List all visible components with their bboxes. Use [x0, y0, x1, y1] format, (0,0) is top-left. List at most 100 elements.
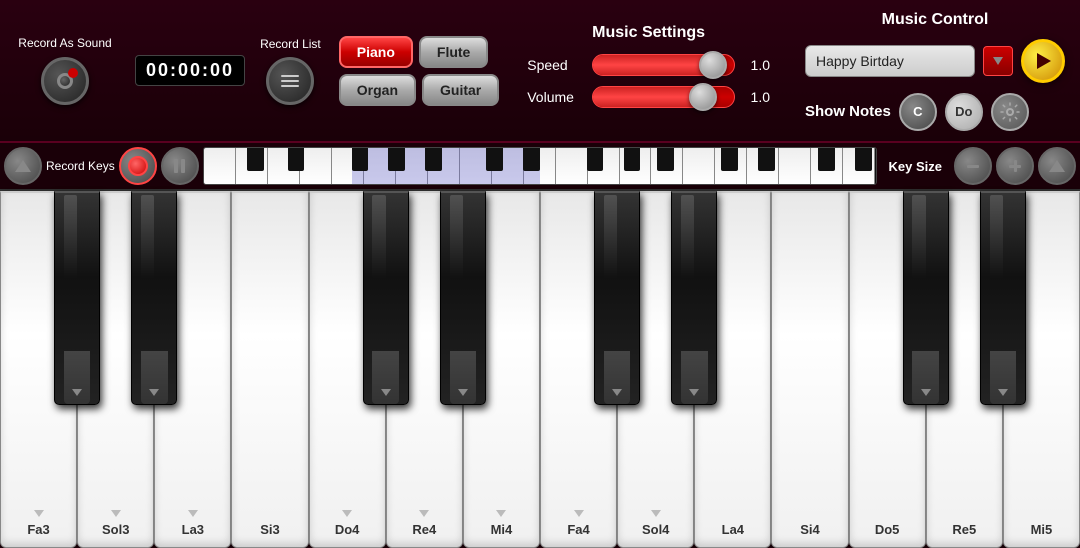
black-key-7[interactable]: [594, 191, 640, 405]
instrument-row-2: Organ Guitar: [339, 74, 499, 106]
mini-black-key: [721, 148, 738, 171]
list-icon: [281, 75, 299, 87]
white-key-label-re5: Re5: [952, 522, 976, 537]
pause-button[interactable]: [161, 147, 199, 185]
show-notes-row: Show Notes C Do: [805, 93, 1065, 131]
mini-white-key: [300, 148, 332, 184]
white-key-arrow: [419, 510, 429, 517]
black-key-arrow: [149, 389, 159, 396]
selected-song-label: Happy Birtday: [816, 53, 904, 69]
black-key-5[interactable]: [440, 191, 486, 405]
instrument-flute-button[interactable]: Flute: [419, 36, 488, 68]
plus-icon: [1009, 160, 1021, 172]
control-bar: Record Keys: [0, 143, 1080, 191]
note-do-button[interactable]: Do: [945, 93, 983, 131]
black-key-arrow: [381, 389, 391, 396]
white-key-si4[interactable]: Si4: [771, 191, 848, 548]
record-button[interactable]: [119, 147, 157, 185]
black-key-arrow: [72, 389, 82, 396]
white-key-arrow: [574, 510, 584, 517]
volume-slider-row: Volume 1.0: [527, 86, 770, 108]
music-settings-title: Music Settings: [592, 24, 705, 42]
black-key-arrow: [998, 389, 1008, 396]
white-key-label-si4: Si4: [800, 522, 820, 537]
speed-slider-track[interactable]: [592, 54, 735, 76]
key-size-decrease-button[interactable]: [954, 147, 992, 185]
mini-white-key: [779, 148, 811, 184]
play-button[interactable]: [1021, 39, 1065, 83]
play-icon: [1037, 53, 1051, 69]
mini-black-key: [657, 148, 674, 171]
key-size-increase-button[interactable]: [996, 147, 1034, 185]
volume-label: Volume: [527, 89, 582, 105]
top-bar: Record As Sound 00:00:00 Record List Pia…: [0, 0, 1080, 143]
instrument-piano-button[interactable]: Piano: [339, 36, 413, 68]
instrument-guitar-button[interactable]: Guitar: [422, 74, 499, 106]
mini-black-key: [855, 148, 872, 171]
white-key-label-re4: Re4: [412, 522, 436, 537]
dropdown-arrow-icon: [993, 57, 1003, 65]
mini-black-key: [758, 148, 775, 171]
record-as-sound-section: Record As Sound: [0, 28, 130, 114]
instrument-row: Piano Flute: [339, 36, 499, 68]
mini-black-key: [352, 148, 369, 171]
scroll-right-button[interactable]: [1038, 147, 1076, 185]
white-key-label-la3: La3: [182, 522, 204, 537]
black-key-4[interactable]: [363, 191, 409, 405]
black-key-arrow: [689, 389, 699, 396]
mini-white-key: [683, 148, 715, 184]
music-control-title: Music Control: [805, 11, 1065, 29]
song-selector[interactable]: Happy Birtday: [805, 45, 975, 77]
note-settings-button[interactable]: [991, 93, 1029, 131]
up-arrow-right-icon: [1049, 160, 1065, 172]
scroll-up-button[interactable]: [4, 147, 42, 185]
record-as-sound-label: Record As Sound: [18, 36, 111, 52]
white-key-si3[interactable]: Si3: [231, 191, 308, 548]
music-settings-panel: Music Settings Speed 1.0 Volume 1.0: [507, 14, 790, 128]
white-key-arrow: [342, 510, 352, 517]
white-key-label-fa3: Fa3: [27, 522, 49, 537]
song-selection-row: Happy Birtday: [805, 39, 1065, 83]
white-key-label-si3: Si3: [260, 522, 280, 537]
mini-black-key: [587, 148, 604, 171]
black-key-11[interactable]: [903, 191, 949, 405]
black-key-arrow: [921, 389, 931, 396]
mini-white-key: [204, 148, 236, 184]
pause-icon: [174, 159, 185, 173]
black-key-arrow: [612, 389, 622, 396]
mini-black-key: [818, 148, 835, 171]
black-key-1[interactable]: [131, 191, 177, 405]
white-key-label-fa4: Fa4: [567, 522, 589, 537]
white-key-arrow: [496, 510, 506, 517]
minus-icon: [967, 165, 979, 168]
note-c-button[interactable]: C: [899, 93, 937, 131]
white-key-label-sol3: Sol3: [102, 522, 129, 537]
white-key-label-sol4: Sol4: [642, 522, 669, 537]
speed-slider-knob[interactable]: [699, 51, 727, 79]
black-key-8[interactable]: [671, 191, 717, 405]
gear-icon: [1000, 102, 1020, 122]
white-key-arrow: [188, 510, 198, 517]
white-key-label-do4: Do4: [335, 522, 360, 537]
black-key-0[interactable]: [54, 191, 100, 405]
record-status-dot: [68, 68, 78, 78]
instrument-organ-button[interactable]: Organ: [339, 74, 416, 106]
white-key-label-mi4: Mi4: [491, 522, 513, 537]
record-as-sound-button[interactable]: [41, 57, 89, 105]
record-icon: [128, 156, 148, 176]
record-list-section: Record List: [250, 29, 331, 113]
mini-black-key: [486, 148, 503, 171]
record-list-button[interactable]: [266, 57, 314, 105]
up-arrow-icon: [15, 160, 31, 172]
piano-keyboard-area: Fa3Sol3La3Si3Do4Re4Mi4Fa4Sol4La4Si4Do5Re…: [0, 191, 1080, 548]
record-list-label: Record List: [260, 37, 321, 51]
record-keys-label: Record Keys: [46, 159, 115, 173]
song-dropdown-button[interactable]: [983, 46, 1013, 76]
speed-slider-row: Speed 1.0: [527, 54, 770, 76]
black-key-12[interactable]: [980, 191, 1026, 405]
volume-slider-track[interactable]: [592, 86, 735, 108]
volume-slider-knob[interactable]: [689, 83, 717, 111]
white-key-label-do5: Do5: [875, 522, 900, 537]
black-key-arrow: [458, 389, 468, 396]
instrument-selector: Piano Flute Organ Guitar: [331, 28, 507, 114]
